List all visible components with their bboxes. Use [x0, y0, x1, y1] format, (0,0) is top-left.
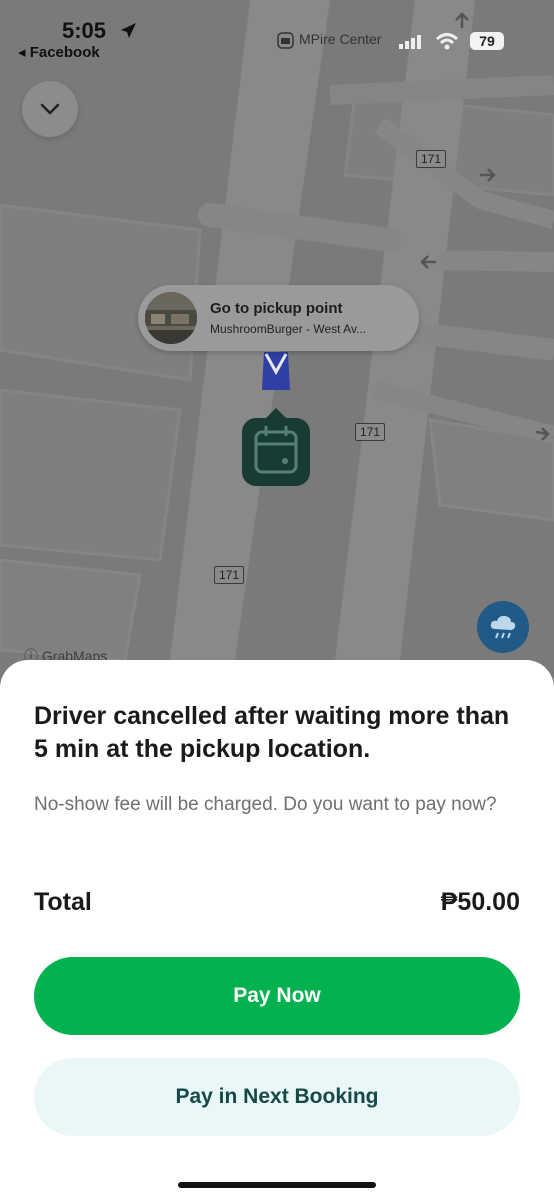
status-time: 5:05 [62, 18, 107, 43]
road-label: 171 [214, 566, 245, 584]
pickup-point-card[interactable]: Go to pickup point MushroomBurger - West… [138, 285, 419, 351]
total-label: Total [34, 888, 92, 916]
calendar-icon[interactable] [242, 408, 310, 486]
road-label: 171 [416, 150, 447, 168]
carrier-icon [277, 32, 294, 49]
pickup-subtitle: MushroomBurger - West Av... [210, 322, 367, 336]
back-to-app-link[interactable]: ◂ Facebook [18, 43, 100, 61]
pay-now-button[interactable]: Pay Now [34, 957, 520, 1035]
signal-icon [399, 35, 421, 49]
battery-icon: 79 [470, 32, 504, 50]
pickup-title: Go to pickup point [210, 300, 343, 317]
weather-button[interactable] [477, 601, 529, 653]
chevron-down-icon [40, 103, 60, 115]
location-arrow-icon [121, 23, 136, 38]
no-show-fee-text: No-show fee will be charged. Do you want… [34, 794, 497, 815]
wifi-icon [435, 33, 459, 50]
carrier-name: MPire Center [299, 31, 382, 47]
rain-cloud-icon [490, 615, 516, 639]
home-indicator[interactable] [178, 1182, 376, 1188]
cancellation-headline: Driver cancelled after waiting more than… [34, 702, 510, 763]
back-app-label: Facebook [29, 44, 100, 61]
pay-next-booking-button[interactable]: Pay in Next Booking [34, 1058, 520, 1136]
pickup-photo [145, 292, 197, 344]
status-bar: 5:05 ◂ Facebook MPire Center 79 [0, 0, 554, 70]
total-amount: ₱50.00 [440, 888, 520, 916]
road-label: 171 [355, 423, 386, 441]
bottom-sheet: Driver cancelled after waiting more than… [0, 660, 554, 1200]
collapse-button[interactable] [22, 81, 78, 137]
car-icon [262, 352, 290, 390]
